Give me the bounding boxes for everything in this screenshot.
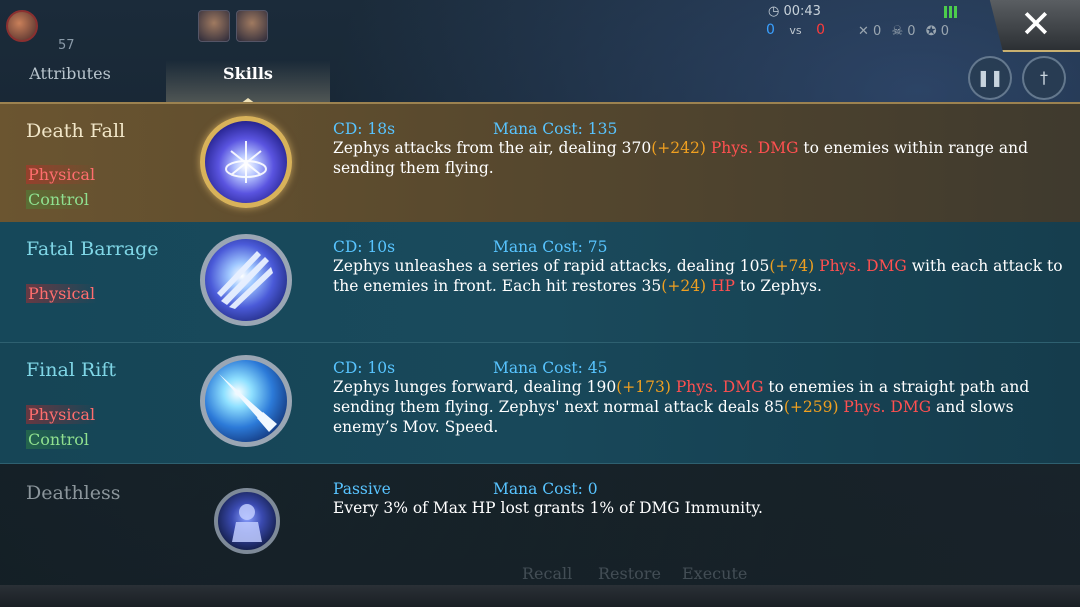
- timer-value: 00:43: [783, 4, 821, 19]
- lance-thrust-icon: [200, 355, 292, 447]
- mana-cost: Mana Cost: 45: [493, 359, 608, 377]
- desc-text: to Zephys.: [734, 277, 822, 295]
- desc-bonus: (+242): [651, 139, 706, 157]
- desc-heal: HP: [706, 277, 735, 295]
- red-score: 0: [816, 22, 825, 38]
- pause-icon[interactable]: ❚❚: [968, 56, 1012, 100]
- armored-knight-icon: [214, 488, 280, 554]
- sword-icon[interactable]: †: [1022, 56, 1066, 100]
- skill-description: Zephys attacks from the air, dealing 370…: [333, 138, 1063, 178]
- desc-text: Zephys lunges forward, dealing 190: [333, 378, 617, 396]
- skill-name: Deathless: [26, 482, 121, 504]
- kills-value: 0: [873, 24, 882, 39]
- skill-meta: CD: 10s Mana Cost: 45: [333, 359, 608, 377]
- skill-row-death-fall: Death Fall Physical Control CD: 18s Mana…: [0, 102, 1080, 224]
- skill-name: Death Fall: [26, 120, 126, 142]
- ally-avatar: [236, 10, 268, 42]
- skill-row-deathless: Deathless Passive Mana Cost: 0 Every 3% …: [0, 464, 1080, 585]
- ally-avatar: [198, 10, 230, 42]
- close-button[interactable]: ✕: [989, 0, 1080, 52]
- skill-name: Final Rift: [26, 359, 116, 381]
- desc-text: Zephys attacks from the air, dealing 370: [333, 139, 652, 157]
- skill-row-fatal-barrage: Fatal Barrage Physical CD: 10s Mana Cost…: [0, 222, 1080, 343]
- assists-value: 0: [940, 24, 950, 39]
- skill-meta: CD: 18s Mana Cost: 135: [333, 120, 617, 138]
- signal-strength-icon: [944, 6, 960, 18]
- desc-text: Every 3% of Max HP lost grants 1% of DMG…: [333, 499, 763, 517]
- close-icon: ✕: [1020, 2, 1052, 46]
- skill-row-final-rift: Final Rift Physical Control CD: 10s Mana…: [0, 343, 1080, 464]
- desc-damage: Phys. DMG: [838, 398, 932, 416]
- desc-damage: Phys. DMG: [670, 378, 764, 396]
- passive-label: Passive: [333, 480, 391, 498]
- team-score: 0 vs 0: [766, 22, 825, 38]
- level-number: 57: [58, 38, 75, 53]
- skill-description: Every 3% of Max HP lost grants 1% of DMG…: [333, 498, 1063, 518]
- tag-physical: Physical: [26, 165, 98, 184]
- skill-name: Fatal Barrage: [26, 238, 159, 260]
- desc-text: Zephys unleashes a series of rapid attac…: [333, 257, 770, 275]
- tag-physical: Physical: [26, 405, 98, 424]
- tag-control: Control: [26, 190, 92, 209]
- skill-description: Zephys lunges forward, dealing 190(+173)…: [333, 377, 1063, 437]
- kills-icon: ✕: [858, 24, 869, 39]
- cooldown: CD: 18s: [333, 120, 396, 138]
- skill-description: Zephys unleashes a series of rapid attac…: [333, 256, 1063, 296]
- bottom-edge: [0, 585, 1080, 607]
- desc-bonus: (+24): [661, 277, 707, 295]
- tag-physical: Physical: [26, 284, 98, 303]
- mana-cost: Mana Cost: 135: [493, 120, 618, 138]
- vs-label: vs: [789, 24, 802, 37]
- mana-cost: Mana Cost: 0: [493, 480, 598, 498]
- triple-blade-icon: [200, 234, 292, 326]
- deaths-value: 0: [907, 24, 916, 39]
- skull-icon: ☠: [891, 24, 904, 39]
- skill-meta: Passive Mana Cost: 0: [333, 480, 598, 498]
- player-avatar: [6, 10, 38, 42]
- restore-label: Restore: [598, 564, 661, 583]
- meteor-burst-icon: [200, 116, 292, 208]
- tab-attributes[interactable]: Attributes: [10, 60, 130, 102]
- assist-icon: ✪: [925, 24, 937, 39]
- tab-skills[interactable]: Skills: [166, 60, 330, 104]
- blue-score: 0: [766, 22, 775, 38]
- recall-label: Recall: [522, 564, 573, 583]
- tab-skills-label: Skills: [223, 64, 273, 83]
- desc-damage: Phys. DMG: [705, 139, 799, 157]
- desc-bonus: (+173): [616, 378, 671, 396]
- top-hud: 57 Attributes Skills ◷ 00:43 0 vs 0 ✕ 0 …: [0, 0, 1080, 104]
- desc-bonus: (+259): [783, 398, 839, 416]
- cooldown: CD: 10s: [333, 238, 396, 256]
- cooldown: CD: 10s: [333, 359, 396, 377]
- match-timer: ◷ 00:43: [768, 4, 821, 19]
- mana-cost: Mana Cost: 75: [493, 238, 608, 256]
- tag-control: Control: [26, 430, 92, 449]
- execute-label: Execute: [682, 564, 748, 583]
- kda-stats: ✕ 0 ☠ 0 ✪ 0: [858, 24, 949, 39]
- skill-meta: CD: 10s Mana Cost: 75: [333, 238, 608, 256]
- desc-bonus: (+74): [769, 257, 815, 275]
- desc-damage: Phys. DMG: [814, 257, 907, 275]
- clock-icon: ◷: [768, 4, 780, 19]
